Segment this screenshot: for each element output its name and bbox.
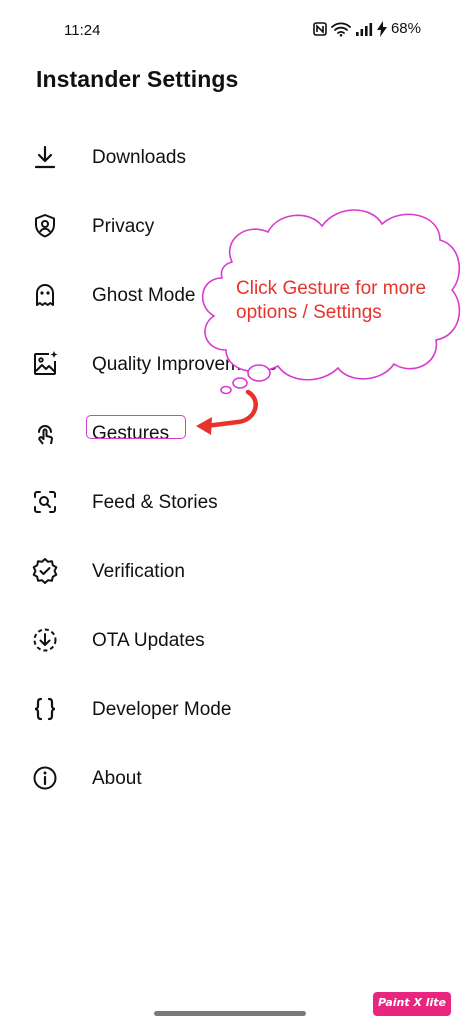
menu-label: Privacy <box>92 216 155 237</box>
menu-item-downloads[interactable]: Downloads <box>0 124 461 184</box>
curly-braces-icon <box>30 694 60 724</box>
wifi-icon <box>331 21 351 37</box>
menu-item-verification[interactable]: Verification <box>0 538 461 598</box>
nfc-icon <box>313 21 327 36</box>
watermark-text: Paint X lite <box>377 996 447 1009</box>
gestures-highlight-outline <box>86 415 186 439</box>
menu-label: Quality Improvements <box>92 354 277 375</box>
shield-user-icon <box>30 211 60 241</box>
download-icon <box>30 142 60 172</box>
menu-item-ghost-mode[interactable]: Ghost Mode <box>0 262 461 322</box>
image-sparkle-icon <box>30 349 60 379</box>
charging-icon <box>376 20 387 37</box>
status-time: 11:24 <box>64 22 101 39</box>
ota-download-icon <box>30 625 60 655</box>
menu-item-quality-improvements[interactable]: Quality Improvements <box>0 331 461 391</box>
info-icon <box>30 763 60 793</box>
page-title: Instander Settings <box>36 66 239 92</box>
status-bar: 11:24 68% <box>0 0 461 60</box>
home-indicator[interactable] <box>154 1011 306 1016</box>
menu-label: Developer Mode <box>92 699 232 720</box>
cell-signal-icon <box>355 22 373 36</box>
ghost-icon <box>30 280 60 310</box>
menu-item-developer-mode[interactable]: Developer Mode <box>0 676 461 736</box>
menu-label: OTA Updates <box>92 630 205 651</box>
verified-badge-icon <box>30 556 60 586</box>
touch-gesture-icon <box>30 418 60 448</box>
battery-percent: 68% <box>390 20 421 37</box>
menu-item-about[interactable]: About <box>0 745 461 805</box>
watermark-badge: Paint X lite <box>373 992 451 1016</box>
scan-search-icon <box>30 487 60 517</box>
menu-label: Verification <box>92 561 185 582</box>
menu-label: Feed & Stories <box>92 492 218 513</box>
menu-item-privacy[interactable]: Privacy <box>0 193 461 253</box>
menu-label: Ghost Mode <box>92 285 196 306</box>
menu-item-feed-stories[interactable]: Feed & Stories <box>0 469 461 529</box>
status-icons: 68% <box>313 20 421 37</box>
menu-item-ota-updates[interactable]: OTA Updates <box>0 607 461 667</box>
menu-label: Downloads <box>92 147 186 168</box>
menu-item-gestures[interactable]: Gestures <box>0 400 461 460</box>
menu-label: About <box>92 768 142 789</box>
